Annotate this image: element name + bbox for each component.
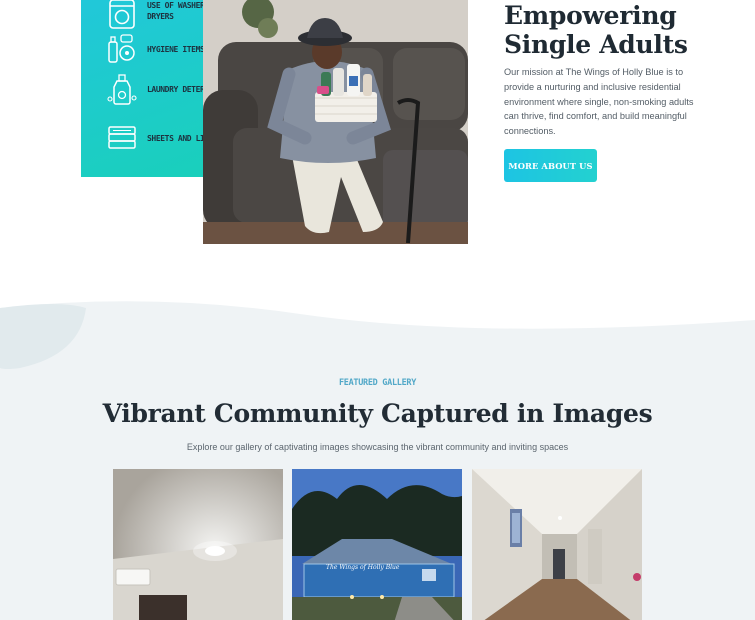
mission-block: Empowering Single Adults Our mission at … (504, 0, 704, 139)
gallery-image-house-photo: The Wings of Holly Blue (292, 469, 462, 620)
more-about-us-button[interactable]: More about us (504, 149, 597, 182)
gallery-image-hallway-photo (472, 469, 642, 620)
gallery-image-hallway[interactable] (472, 469, 642, 620)
gallery-subtitle: Explore our gallery of captivating image… (186, 442, 569, 452)
hygiene-items-icon (108, 34, 135, 63)
gallery-eyebrow: Featured Gallery (338, 378, 417, 388)
hero-title-line-1: Empowering (504, 1, 677, 30)
featured-gallery-section: Featured Gallery Vibrant Community Captu… (0, 300, 755, 620)
resident-photo (203, 0, 468, 244)
gallery-image-bedroom-photo (113, 469, 283, 620)
gallery-image-house[interactable]: The Wings of Holly Blue (292, 469, 462, 620)
gallery-title: Vibrant Community Captured in Images (102, 399, 653, 428)
washing-machine-icon (109, 0, 135, 29)
folded-linens-icon (108, 126, 136, 149)
resident-photo-image (203, 0, 468, 244)
gallery-image-bedroom[interactable] (113, 469, 283, 620)
detergent-bottle-icon (107, 74, 137, 105)
mission-description: Our mission at The Wings of Holly Blue i… (504, 67, 694, 137)
hero-title-line-2: Single Adults (504, 30, 688, 59)
house-sign-text: The Wings of Holly Blue (326, 564, 400, 571)
hero-title: Empowering Single Adults (504, 1, 704, 59)
